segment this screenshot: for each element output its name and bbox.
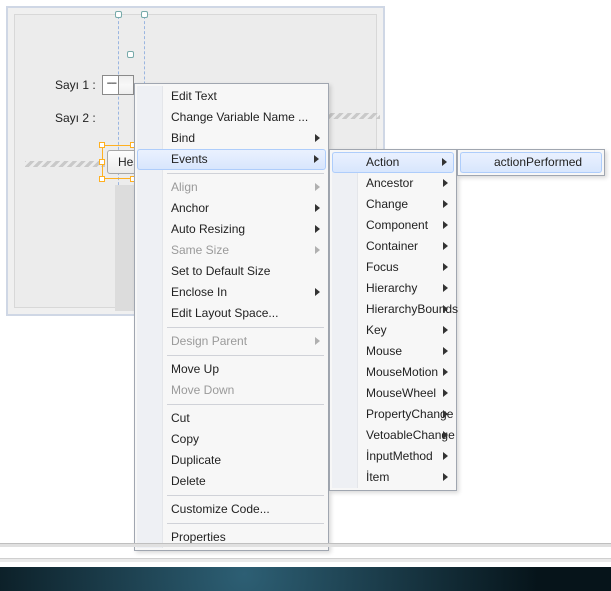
layout-zigzag	[25, 161, 105, 167]
chevron-right-icon	[443, 452, 448, 460]
chevron-right-icon	[443, 284, 448, 292]
menu-cut[interactable]: Cut	[137, 408, 326, 429]
chevron-right-icon	[315, 183, 320, 191]
menu-events-focus[interactable]: Focus	[332, 257, 454, 278]
menu-events-component[interactable]: Component	[332, 215, 454, 236]
panel-divider	[0, 543, 611, 547]
guide-handle[interactable]	[127, 51, 134, 58]
context-menu-action[interactable]: actionPerformed	[457, 149, 605, 176]
menu-events-hierarchy-bounds[interactable]: HierarchyBounds	[332, 299, 454, 320]
menu-anchor[interactable]: Anchor	[137, 198, 326, 219]
menu-auto-resizing[interactable]: Auto Resizing	[137, 219, 326, 240]
menu-design-parent: Design Parent	[137, 331, 326, 352]
menu-events-mouse-wheel[interactable]: MouseWheel	[332, 383, 454, 404]
menu-duplicate[interactable]: Duplicate	[137, 450, 326, 471]
guide-handle[interactable]	[141, 11, 148, 18]
chevron-right-icon	[443, 179, 448, 187]
chevron-right-icon	[443, 263, 448, 271]
chevron-right-icon	[315, 337, 320, 345]
menu-events-ancestor[interactable]: Ancestor	[332, 173, 454, 194]
chevron-right-icon	[443, 410, 448, 418]
menu-events-action[interactable]: Action	[332, 152, 454, 173]
chevron-right-icon	[443, 221, 448, 229]
menu-separator	[167, 404, 324, 405]
menu-enclose-in[interactable]: Enclose In	[137, 282, 326, 303]
chevron-right-icon	[315, 288, 320, 296]
chevron-right-icon	[443, 368, 448, 376]
menu-separator	[167, 495, 324, 496]
menu-customize-code[interactable]: Customize Code...	[137, 499, 326, 520]
chevron-right-icon	[443, 242, 448, 250]
chevron-right-icon	[315, 246, 320, 254]
menu-delete[interactable]: Delete	[137, 471, 326, 492]
chevron-right-icon	[443, 389, 448, 397]
menu-events-mouse-motion[interactable]: MouseMotion	[332, 362, 454, 383]
menu-move-down: Move Down	[137, 380, 326, 401]
context-menu-events[interactable]: Action Ancestor Change Component Contain…	[329, 149, 457, 491]
menu-bind[interactable]: Bind	[137, 128, 326, 149]
spinner-sayi1[interactable]: ----	[102, 75, 134, 95]
menu-separator	[167, 523, 324, 524]
label-sayi1: Sayı 1 :	[55, 78, 96, 92]
menu-separator	[167, 173, 324, 174]
menu-events[interactable]: Events	[137, 149, 326, 170]
guide-handle[interactable]	[115, 11, 122, 18]
menu-same-size: Same Size	[137, 240, 326, 261]
chevron-right-icon	[443, 473, 448, 481]
menu-events-mouse[interactable]: Mouse	[332, 341, 454, 362]
menu-events-property-change[interactable]: PropertyChange	[332, 404, 454, 425]
menu-events-hierarchy[interactable]: Hierarchy	[332, 278, 454, 299]
menu-edit-layout-space[interactable]: Edit Layout Space...	[137, 303, 326, 324]
menu-events-container[interactable]: Container	[332, 236, 454, 257]
chevron-right-icon	[443, 200, 448, 208]
chevron-right-icon	[443, 305, 448, 313]
menu-events-item[interactable]: İtem	[332, 467, 454, 488]
chevron-right-icon	[443, 431, 448, 439]
spinner-value: ----	[107, 78, 116, 89]
chevron-right-icon	[442, 158, 447, 166]
menu-align: Align	[137, 177, 326, 198]
chevron-right-icon	[315, 225, 320, 233]
label-sayi2: Sayı 2 :	[55, 111, 96, 125]
chevron-right-icon	[443, 347, 448, 355]
menu-separator	[167, 355, 324, 356]
menu-move-up[interactable]: Move Up	[137, 359, 326, 380]
menu-events-change[interactable]: Change	[332, 194, 454, 215]
menu-action-performed[interactable]: actionPerformed	[460, 152, 602, 173]
chevron-right-icon	[443, 326, 448, 334]
row-sayi1: Sayı 1 : ----	[55, 75, 134, 95]
row-sayi2: Sayı 2 :	[55, 111, 96, 125]
menu-edit-text[interactable]: Edit Text	[137, 86, 326, 107]
taskbar	[0, 567, 611, 591]
chevron-right-icon	[315, 134, 320, 142]
context-menu-main[interactable]: Edit Text Change Variable Name ... Bind …	[134, 83, 329, 551]
menu-events-vetoable-change[interactable]: VetoableChange	[332, 425, 454, 446]
menu-set-default-size[interactable]: Set to Default Size	[137, 261, 326, 282]
chevron-right-icon	[314, 155, 319, 163]
panel-divider	[0, 558, 611, 562]
chevron-right-icon	[315, 204, 320, 212]
menu-events-key[interactable]: Key	[332, 320, 454, 341]
menu-change-variable-name[interactable]: Change Variable Name ...	[137, 107, 326, 128]
menu-events-input-method[interactable]: İnputMethod	[332, 446, 454, 467]
menu-separator	[167, 327, 324, 328]
menu-copy[interactable]: Copy	[137, 429, 326, 450]
